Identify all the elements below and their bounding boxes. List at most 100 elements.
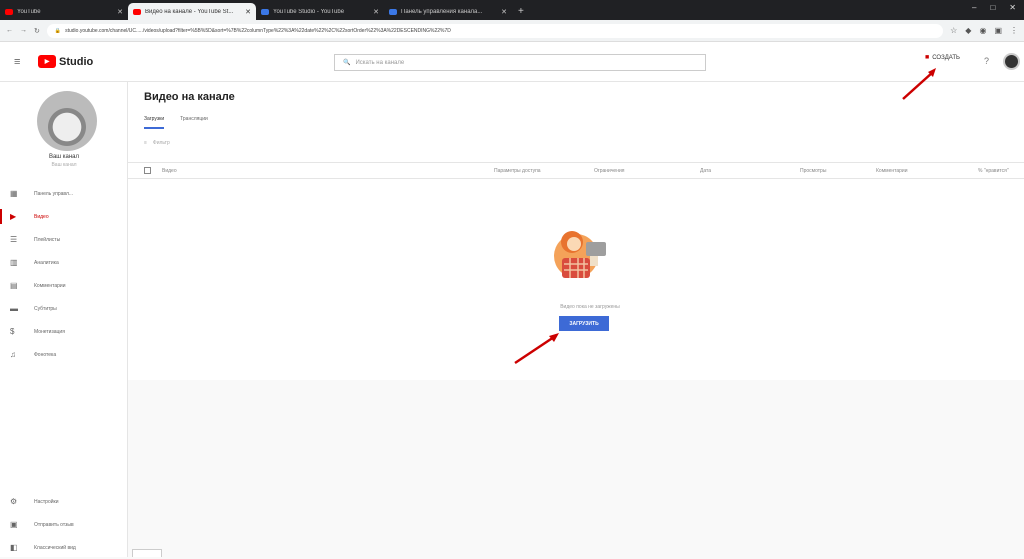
hamburger-menu-icon[interactable]: ≡ xyxy=(14,56,38,68)
extensions: ☆ ◆ ◉ ▣ ⋮ xyxy=(950,26,1018,35)
youtube-favicon-icon xyxy=(5,8,13,15)
upload-button[interactable]: ЗАГРУЗИТЬ xyxy=(559,316,609,331)
column-likes[interactable]: % "нравится" xyxy=(978,168,1009,174)
create-label: СОЗДАТЬ xyxy=(932,54,960,61)
sidebar-item-videos[interactable]: ▶ Видео xyxy=(0,205,128,228)
video-icon: ▶ xyxy=(10,212,17,221)
tab-uploads[interactable]: Загрузки xyxy=(144,116,165,129)
help-icon[interactable]: ? xyxy=(984,56,989,66)
reload-icon[interactable]: ↻ xyxy=(34,27,40,35)
url-field[interactable]: 🔒 studio.youtube.com/channel/UC...../vid… xyxy=(46,23,944,38)
star-icon[interactable]: ☆ xyxy=(950,26,957,35)
search-placeholder: Искать на канале xyxy=(355,59,405,66)
dashboard-icon: ▦ xyxy=(10,189,18,198)
create-button[interactable]: ■ СОЗДАТЬ xyxy=(925,54,960,61)
sidebar-item-analytics[interactable]: ▥ Аналитика xyxy=(0,251,128,274)
close-tab-icon[interactable]: ✕ xyxy=(373,8,379,16)
filter-icon: ≡ xyxy=(144,140,147,146)
sidebar-item-monetization[interactable]: $ Монетизация xyxy=(0,320,128,343)
bottom-scroll-tab[interactable] xyxy=(132,549,162,557)
sidebar-item-subtitles[interactable]: ▬ Субтитры xyxy=(0,297,128,320)
youtube-favicon-icon xyxy=(133,8,141,15)
sidebar-item-label: Фонотека xyxy=(34,351,57,358)
playlist-icon: ☰ xyxy=(10,235,18,244)
empty-state-text: Видео пока не загружены xyxy=(560,304,620,310)
sidebar-item-label: Классический вид xyxy=(34,544,76,551)
sidebar-item-label: Комментарии xyxy=(34,282,66,289)
extension-icon[interactable]: ◉ xyxy=(979,26,986,35)
menu-dots-icon[interactable]: ⋮ xyxy=(1010,26,1018,35)
studio-header: ≡ ▶ Studio 🔍 Искать на канале ■ СОЗДАТЬ … xyxy=(0,42,1024,82)
studio-logo[interactable]: ▶ Studio xyxy=(38,55,93,68)
filter-bar[interactable]: ≡ Фильтр xyxy=(144,140,170,146)
search-input[interactable]: 🔍 Искать на канале xyxy=(334,54,706,71)
lock-icon: 🔒 xyxy=(54,27,62,34)
sidebar-item-comments[interactable]: ▤ Комментарии xyxy=(0,274,128,297)
browser-tab-studio[interactable]: YouTube Studio - YouTube ✕ xyxy=(256,3,384,20)
avatar[interactable] xyxy=(1003,53,1020,70)
classic-icon: ◧ xyxy=(10,543,18,552)
browser-tab-youtube[interactable]: YouTube ✕ xyxy=(0,3,128,20)
monetization-icon: $ xyxy=(10,327,15,336)
tab-title: Видео на канале - YouTube St... xyxy=(145,8,234,15)
sidebar-item-label: Плейлисты xyxy=(34,236,61,243)
column-visibility[interactable]: Параметры доступа xyxy=(494,168,541,174)
sidebar-item-classic[interactable]: ◧ Классический вид xyxy=(0,536,128,559)
tab-title: Панель управления канала... xyxy=(401,8,483,15)
table-header: Видео Параметры доступа Ограничения Дата… xyxy=(128,162,1024,179)
column-restrictions[interactable]: Ограничения xyxy=(594,168,624,174)
new-tab-button[interactable]: + xyxy=(518,6,524,17)
browser-tab-bar: YouTube ✕ Видео на канале - YouTube St..… xyxy=(0,0,1024,20)
empty-state-illustration xyxy=(554,231,606,278)
extension-icon[interactable]: ◆ xyxy=(965,26,971,35)
window-controls: – □ ✕ xyxy=(972,3,1016,12)
sidebar-item-feedback[interactable]: ▣ Отправить отзыв xyxy=(0,513,128,536)
analytics-icon: ▥ xyxy=(10,258,18,267)
close-tab-icon[interactable]: ✕ xyxy=(501,8,507,16)
close-tab-icon[interactable]: ✕ xyxy=(245,8,251,16)
sidebar-item-settings[interactable]: ⚙ Настройки xyxy=(0,490,128,513)
filter-label: Фильтр xyxy=(152,140,170,146)
sidebar-item-label: Настройки xyxy=(34,498,59,505)
browser-tab-dashboard[interactable]: Панель управления канала... ✕ xyxy=(384,3,512,20)
extension-icon[interactable]: ▣ xyxy=(994,26,1002,35)
channel-avatar[interactable] xyxy=(37,91,97,151)
studio-favicon-icon xyxy=(261,8,269,15)
tab-live[interactable]: Трансляции xyxy=(180,116,208,129)
select-all-checkbox[interactable] xyxy=(144,167,151,174)
sidebar-item-audio-library[interactable]: ♫ Фонотека xyxy=(0,343,128,366)
comments-icon: ▤ xyxy=(10,281,18,290)
sidebar-bottom-nav: ⚙ Настройки ▣ Отправить отзыв ◧ Классически… xyxy=(0,490,128,559)
browser-tab-videos[interactable]: Видео на канале - YouTube St... ✕ xyxy=(128,3,256,20)
sidebar: Ваш канал Ваш канал ▦ Панель управл... ▶ В… xyxy=(0,82,128,557)
close-window-button[interactable]: ✕ xyxy=(1009,3,1016,12)
feedback-icon: ▣ xyxy=(10,520,18,529)
content-tabs: Загрузки Трансляции xyxy=(144,116,208,129)
back-icon[interactable]: ← xyxy=(6,27,13,34)
maximize-button[interactable]: □ xyxy=(990,3,995,12)
sidebar-nav: ▦ Панель управл... ▶ Видео ☰ Плейлисты ▥ Ана… xyxy=(0,182,128,366)
search-icon: 🔍 xyxy=(343,60,351,66)
studio-favicon-icon xyxy=(389,8,397,15)
annotation-arrow-create xyxy=(902,68,936,100)
minimize-button[interactable]: – xyxy=(972,3,976,12)
sidebar-item-label: Отправить отзыв xyxy=(34,521,74,528)
column-date[interactable]: Дата xyxy=(700,168,711,174)
sidebar-item-label: Аналитика xyxy=(34,259,59,266)
sidebar-item-playlists[interactable]: ☰ Плейлисты xyxy=(0,228,128,251)
logo-text: Studio xyxy=(59,55,94,68)
forward-icon[interactable]: → xyxy=(20,27,27,34)
column-comments[interactable]: Комментарии xyxy=(876,168,908,174)
sidebar-item-label: Видео xyxy=(34,213,49,220)
sidebar-item-label: Субтитры xyxy=(34,305,57,312)
column-video[interactable]: Видео xyxy=(162,168,177,174)
youtube-play-icon: ▶ xyxy=(38,55,56,68)
address-bar-row: ← → ↻ 🔒 studio.youtube.com/channel/UC...… xyxy=(0,20,1024,42)
annotation-arrow-upload xyxy=(514,333,559,365)
video-camera-icon: ■ xyxy=(925,54,930,61)
settings-icon: ⚙ xyxy=(10,497,18,506)
sidebar-item-dashboard[interactable]: ▦ Панель управл... xyxy=(0,182,128,205)
column-views[interactable]: Просмотры xyxy=(800,168,826,174)
tab-title: YouTube Studio - YouTube xyxy=(273,8,345,15)
close-tab-icon[interactable]: ✕ xyxy=(117,8,123,16)
